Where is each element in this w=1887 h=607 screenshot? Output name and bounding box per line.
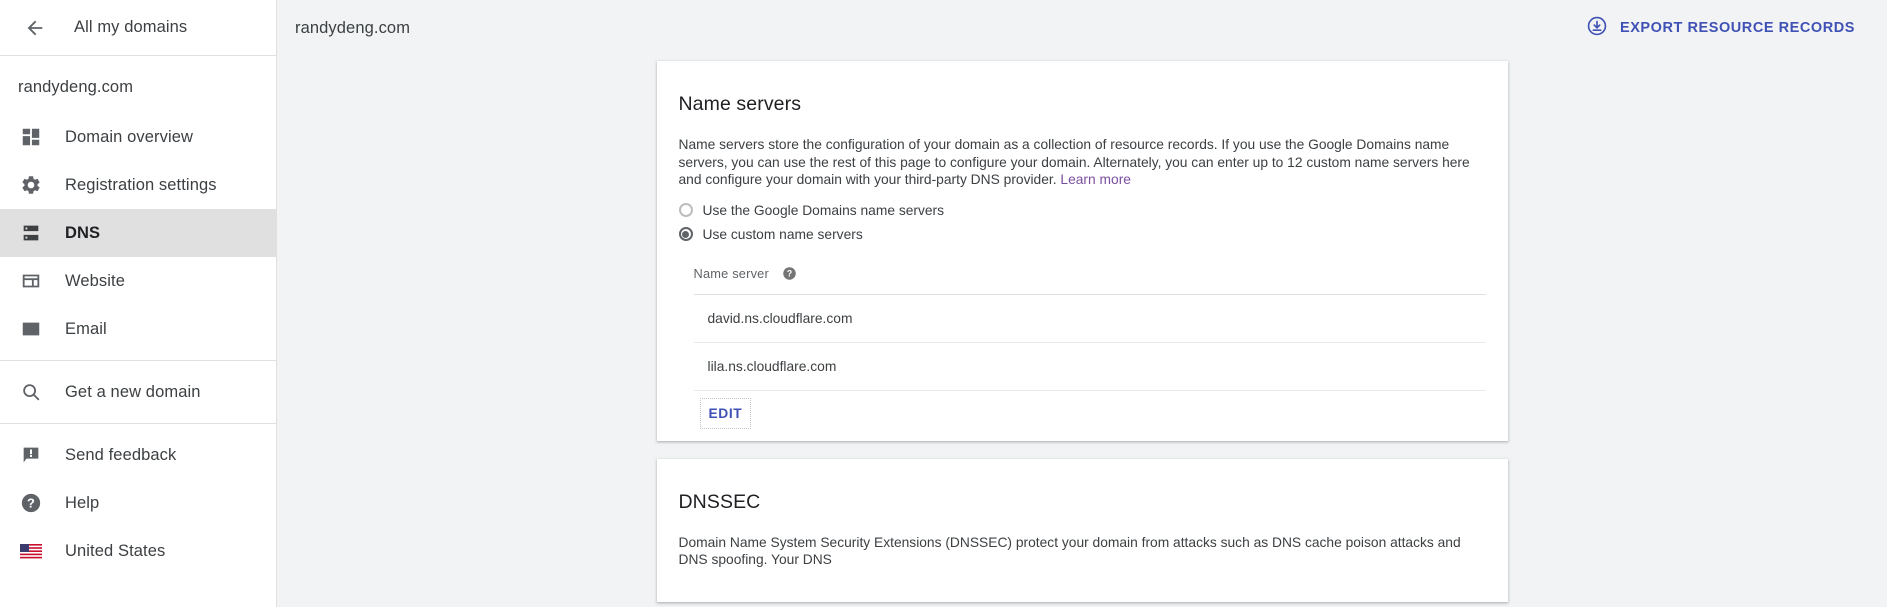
sidebar-item-label: Website [65,271,126,290]
name-servers-table: Name server ? david.ns.cloudflare.com li… [679,261,1486,441]
dnssec-title: DNSSEC [678,490,761,513]
sidebar-item-label: Get a new domain [65,382,201,401]
sidebar-item-label: Domain overview [65,127,194,146]
table-row: david.ns.cloudflare.com [693,295,1486,343]
sidebar-item-help[interactable]: ? Help [0,479,276,527]
sidebar-item-label: Registration settings [65,175,217,194]
name-servers-description: Name servers store the configuration of … [679,136,1479,189]
radio-button-unchecked-icon[interactable] [678,203,693,217]
sidebar-divider [0,423,276,424]
help-circle-icon: ? [18,490,44,516]
table-row: lila.ns.cloudflare.com [693,343,1486,391]
gear-icon [18,172,44,198]
edit-button[interactable]: EDIT [699,397,752,429]
page-title: randydeng.com [295,18,411,37]
name-servers-title: Name servers [678,93,802,115]
svg-text:?: ? [787,269,792,279]
sidebar-header: All my domains [0,0,276,56]
sidebar-domain-name: randydeng.com [18,78,134,96]
all-my-domains-link[interactable]: All my domains [74,18,187,37]
sidebar-item-registration-settings[interactable]: Registration settings [0,161,276,209]
feedback-icon [18,442,44,468]
sidebar-item-label: Send feedback [65,445,177,464]
sidebar-divider [0,360,276,361]
radio-button-checked-icon[interactable] [678,227,693,241]
sidebar-item-united-states[interactable]: United States [0,527,276,575]
web-page-icon [18,268,44,294]
sidebar-item-dns[interactable]: DNS [0,209,276,257]
sidebar: All my domains randydeng.com Domain over… [0,0,277,607]
sidebar-item-domain-overview[interactable]: Domain overview [0,113,276,161]
sidebar-item-get-a-new-domain[interactable]: Get a new domain [0,368,276,416]
main-area: randydeng.com EXPORT RESOURCE RECORDS Na… [277,0,1887,607]
us-flag-icon [18,538,44,564]
radio-option-custom-name-servers[interactable]: Use custom name servers [678,226,1486,242]
edit-button-wrapper: EDIT [694,391,1486,441]
scroll-content: Name servers Name servers store the conf… [277,56,1887,607]
sidebar-item-label: Help [65,493,100,512]
name-servers-card: Name servers Name servers store the conf… [656,61,1508,441]
svg-text:?: ? [27,496,35,511]
radio-option-google-name-servers[interactable]: Use the Google Domains name servers [678,202,1486,218]
arrow-left-icon [24,17,46,39]
sidebar-item-label: DNS [65,223,101,242]
envelope-icon [18,316,44,342]
radio-option-label: Use the Google Domains name servers [702,202,945,218]
radio-option-label: Use custom name servers [702,226,863,242]
export-button-label: EXPORT RESOURCE RECORDS [1619,20,1855,36]
search-icon [18,379,44,405]
download-circle-icon [1586,15,1608,42]
dns-server-icon [18,220,44,246]
column-header-name-server: Name server [693,266,769,281]
domains-dns-page: All my domains randydeng.com Domain over… [0,0,1887,607]
dashboard-icon [18,124,44,150]
table-header-row: Name server ? [693,261,1486,295]
sidebar-item-label: Email [65,319,107,338]
dnssec-card: DNSSEC Domain Name System Security Exten… [656,458,1508,603]
sidebar-item-send-feedback[interactable]: Send feedback [0,431,276,479]
sidebar-nav: Domain overview Registration settings DN… [0,113,276,575]
back-button[interactable] [18,11,52,45]
dnssec-description: Domain Name System Security Extensions (… [678,534,1461,568]
export-resource-records-button[interactable]: EXPORT RESOURCE RECORDS [1578,9,1863,48]
sidebar-item-label: United States [65,541,166,560]
sidebar-item-email[interactable]: Email [0,305,276,353]
top-bar: randydeng.com EXPORT RESOURCE RECORDS [277,0,1887,56]
learn-more-link[interactable]: Learn more [1060,172,1131,187]
help-circle-icon[interactable]: ? [782,266,797,281]
sidebar-item-website[interactable]: Website [0,257,276,305]
